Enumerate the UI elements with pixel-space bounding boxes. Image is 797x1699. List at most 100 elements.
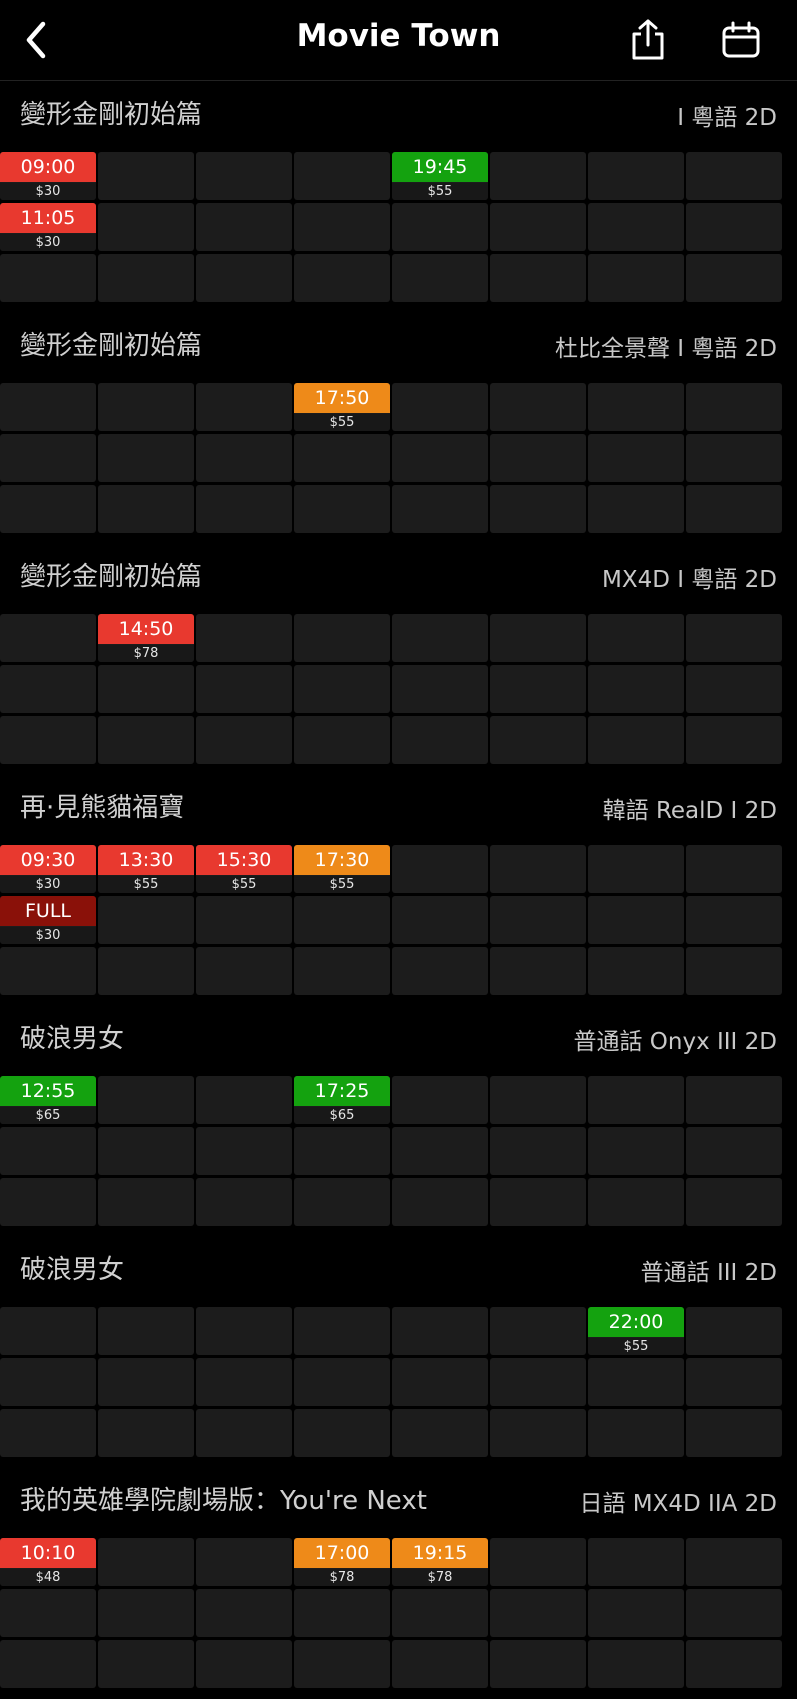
empty-slot [588,485,684,533]
movie-format: MX4D I 粵語 2D [601,567,777,593]
empty-slot [686,1178,782,1226]
empty-slot [392,665,488,713]
empty-slot [294,947,390,995]
empty-slot [98,434,194,482]
showtime-slot[interactable]: 15:30 $55 [196,845,292,893]
movie-section: 破浪男女 普通話 Onyx III 2D 12:55 $65 17:25 $65 [0,1006,797,1237]
empty-slot [686,1127,782,1175]
empty-slot [0,665,96,713]
showtime-slot[interactable]: 12:55 $65 [0,1076,96,1124]
movie-title: 破浪男女 [20,1255,125,1285]
empty-slot [98,1127,194,1175]
showtime-slot[interactable]: 11:05 $30 [0,203,96,251]
empty-slot [294,1178,390,1226]
share-icon [632,19,664,60]
empty-slot [294,1358,390,1406]
empty-slot [686,1409,782,1457]
empty-slot [98,896,194,944]
movie-format: 普通話 Onyx III 2D [573,1029,777,1055]
empty-slot [686,1538,782,1586]
showtime-price: $30 [0,927,96,944]
empty-slot [0,1307,96,1355]
empty-slot [294,1409,390,1457]
showtime-time: 19:45 [392,152,488,182]
empty-slot [0,1358,96,1406]
movie-title: 破浪男女 [20,1024,125,1054]
movie-format: 杜比全景聲 I 粵語 2D [554,336,777,362]
movie-section: 變形金剛初始篇 杜比全景聲 I 粵語 2D 17:50 $55 [0,313,797,544]
showtime-time: 15:30 [196,845,292,875]
empty-slot [588,203,684,251]
showtime-time: 13:30 [98,845,194,875]
empty-slot [490,485,586,533]
empty-slot [490,1127,586,1175]
showtime-slot[interactable]: 13:30 $55 [98,845,194,893]
showtime-slot[interactable]: 09:30 $30 [0,845,96,893]
empty-slot [588,716,684,764]
empty-slot [490,1307,586,1355]
empty-slot [98,947,194,995]
empty-slot [196,1589,292,1637]
empty-slot [490,1358,586,1406]
empty-slot [0,434,96,482]
empty-slot [588,434,684,482]
empty-slot [490,665,586,713]
empty-slot [196,1538,292,1586]
showtime-slot[interactable]: 09:00 $30 [0,152,96,200]
empty-slot [294,485,390,533]
empty-slot [392,614,488,662]
empty-slot [294,716,390,764]
empty-slot [98,1178,194,1226]
empty-slot [588,383,684,431]
empty-slot [392,1178,488,1226]
empty-slot [98,1538,194,1586]
showtime-price: $55 [98,876,194,893]
movie-format: 普通話 III 2D [640,1260,777,1286]
empty-slot [0,485,96,533]
empty-slot [196,152,292,200]
empty-slot [98,716,194,764]
calendar-button[interactable] [717,16,765,64]
empty-slot [392,845,488,893]
empty-slot [0,1127,96,1175]
empty-slot [196,1640,292,1688]
showtime-price: $65 [0,1107,96,1124]
page-title: Movie Town [296,18,501,54]
showtime-slot[interactable]: 10:10 $48 [0,1538,96,1586]
empty-slot [0,1589,96,1637]
empty-slot [588,845,684,893]
nav-header: Movie Town [0,0,797,81]
showtime-slot[interactable]: FULL $30 [0,896,96,944]
empty-slot [490,1640,586,1688]
empty-slot [392,254,488,302]
showtime-slot[interactable]: 17:00 $78 [294,1538,390,1586]
share-button[interactable] [624,16,672,64]
showtime-slot[interactable]: 19:45 $55 [392,152,488,200]
empty-slot [294,1589,390,1637]
empty-slot [588,152,684,200]
movie-section: 我的英雄學院劇場版：You're Next 日語 MX4D IIA 2D 10:10… [0,1468,797,1699]
empty-slot [588,665,684,713]
showtime-time: 09:30 [0,845,96,875]
empty-slot [392,716,488,764]
empty-slot [686,665,782,713]
empty-slot [588,1178,684,1226]
showtime-slot[interactable]: 19:15 $78 [392,1538,488,1586]
empty-slot [588,947,684,995]
empty-slot [686,1358,782,1406]
showtime-slot[interactable]: 22:00 $55 [588,1307,684,1355]
showtime-price: $55 [196,876,292,893]
empty-slot [392,947,488,995]
showtime-slot[interactable]: 14:50 $78 [98,614,194,662]
showtime-time: 11:05 [0,203,96,233]
showtime-price: $78 [98,645,194,662]
showtime-slot[interactable]: 17:25 $65 [294,1076,390,1124]
showtime-time: 17:00 [294,1538,390,1568]
movie-title: 變形金剛初始篇 [20,562,203,592]
showtime-slot[interactable]: 17:30 $55 [294,845,390,893]
showtime-slot[interactable]: 17:50 $55 [294,383,390,431]
empty-slot [392,1307,488,1355]
empty-slot [0,716,96,764]
empty-slot [490,614,586,662]
empty-slot [294,1640,390,1688]
